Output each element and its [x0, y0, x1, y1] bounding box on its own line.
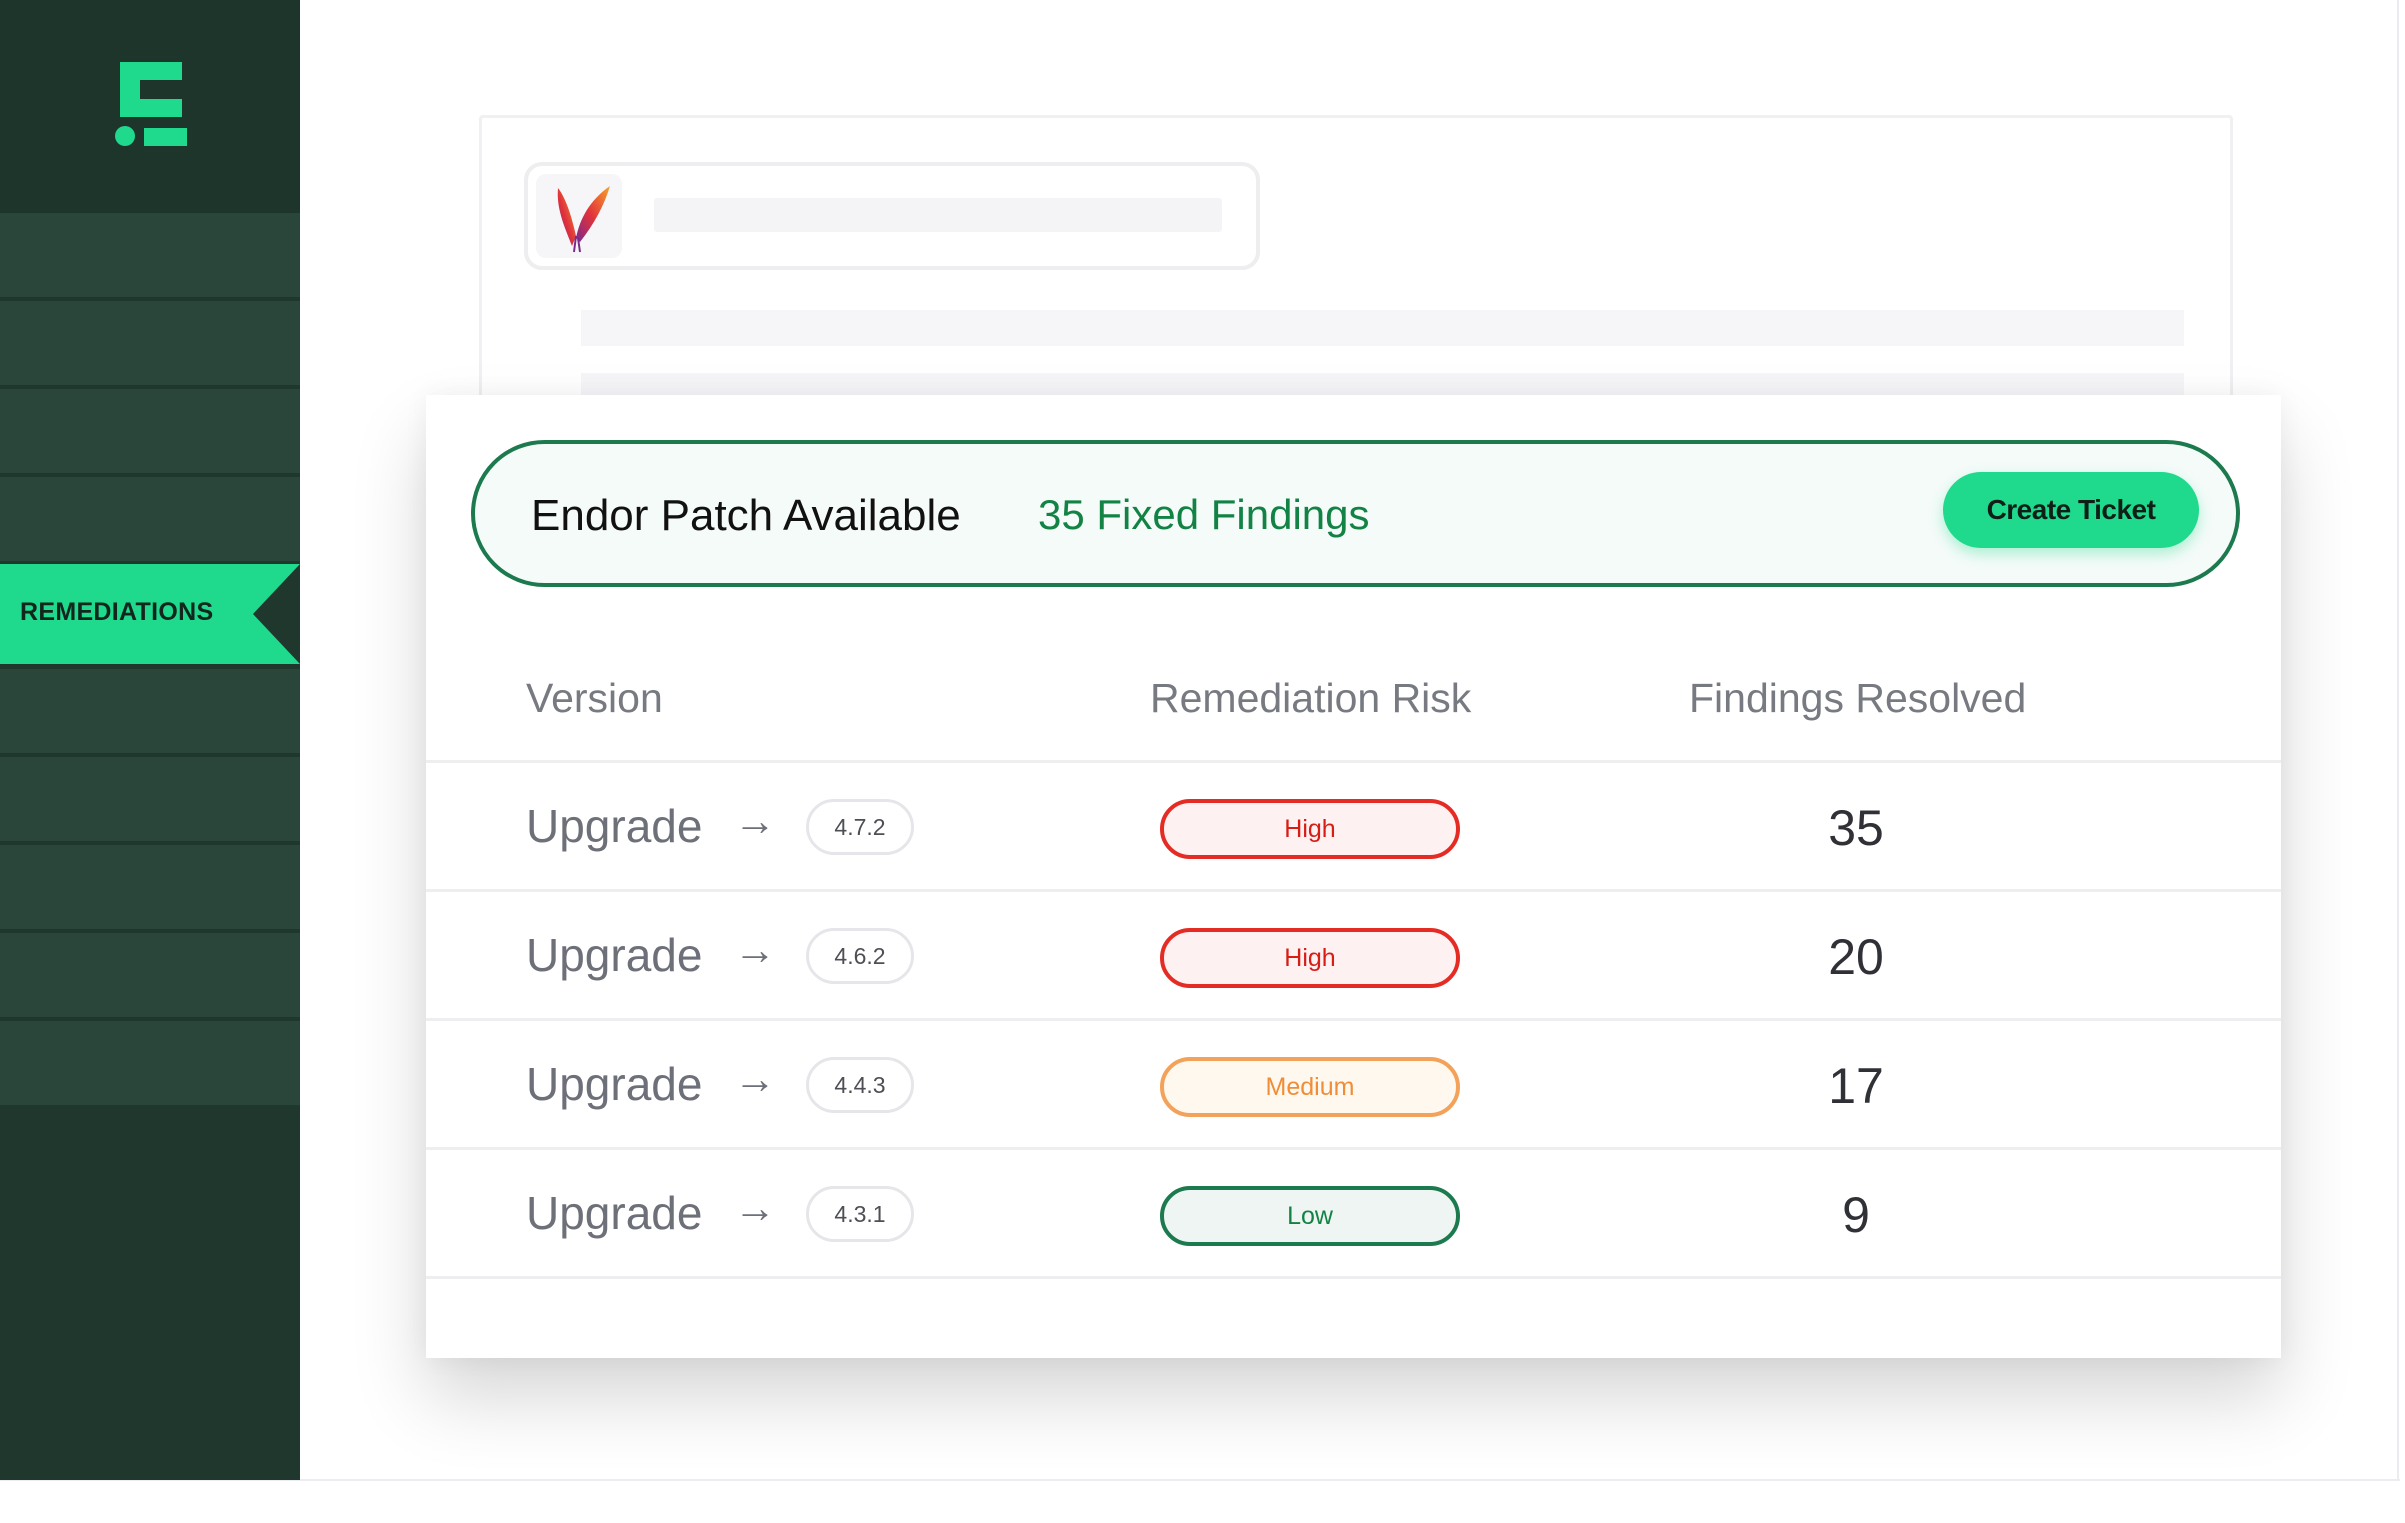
skeleton-line [581, 373, 2184, 395]
sidebar-item[interactable] [0, 845, 300, 929]
sidebar-item[interactable] [0, 1021, 300, 1105]
sidebar-item[interactable] [0, 389, 300, 473]
risk-badge: Low [1160, 1186, 1460, 1246]
risk-badge: Medium [1160, 1057, 1460, 1117]
column-header-findings: Findings Resolved [1689, 675, 2027, 721]
risk-badge: High [1160, 928, 1460, 988]
version-badge: 4.6.2 [806, 928, 914, 984]
findings-count: 35 [1828, 800, 1884, 856]
arrow-right-icon: → [734, 797, 776, 844]
upgrade-label: Upgrade [526, 929, 703, 981]
sidebar-item[interactable] [0, 933, 300, 1017]
sidebar-item[interactable] [0, 757, 300, 841]
feather-icon [536, 174, 622, 258]
sidebar: REMEDIATIONS [0, 0, 300, 1480]
frame-edge-bottom [0, 1479, 2400, 1481]
column-header-risk: Remediation Risk [1150, 675, 1472, 721]
sidebar-header [0, 0, 300, 213]
fixed-findings-count: 35 Fixed Findings [1038, 491, 1370, 538]
column-header-version: Version [526, 675, 663, 721]
risk-badge: High [1160, 799, 1460, 859]
skeleton-line [581, 310, 2184, 346]
arrow-right-icon: → [734, 926, 776, 973]
frame-edge-right [2397, 0, 2399, 1480]
remediation-card: Endor Patch Available 35 Fixed Findings … [426, 395, 2281, 1358]
sidebar-item[interactable] [0, 213, 300, 297]
findings-count: 17 [1828, 1058, 1884, 1114]
patch-banner: Endor Patch Available 35 Fixed Findings … [471, 440, 2240, 587]
table-row[interactable]: Upgrade → 4.3.1 Low 9 [426, 1150, 2281, 1276]
table-row[interactable]: Upgrade → 4.4.3 Medium 17 [426, 1021, 2281, 1147]
version-badge: 4.7.2 [806, 799, 914, 855]
sidebar-item[interactable] [0, 477, 300, 561]
package-name-placeholder [654, 198, 1222, 232]
upgrade-label: Upgrade [526, 1187, 703, 1239]
package-header[interactable] [524, 162, 1260, 270]
upgrade-label: Upgrade [526, 800, 703, 852]
sidebar-item[interactable] [0, 301, 300, 385]
remediation-table: Upgrade → 4.7.2 High 35 Upgrade → 4.6.2 … [426, 760, 2281, 1279]
row-divider [426, 1276, 2281, 1279]
table-row[interactable]: Upgrade → 4.6.2 High 20 [426, 892, 2281, 1018]
version-badge: 4.3.1 [806, 1186, 914, 1242]
table-row[interactable]: Upgrade → 4.7.2 High 35 [426, 763, 2281, 889]
findings-count: 9 [1842, 1187, 1870, 1243]
upgrade-label: Upgrade [526, 1058, 703, 1110]
arrow-right-icon: → [734, 1184, 776, 1231]
patch-title: Endor Patch Available [531, 491, 961, 540]
sidebar-item[interactable] [0, 669, 300, 753]
sidebar-item-label: REMEDIATIONS [20, 598, 214, 626]
endor-logo-icon[interactable] [115, 62, 187, 146]
version-badge: 4.4.3 [806, 1057, 914, 1113]
findings-count: 20 [1828, 929, 1884, 985]
create-ticket-button[interactable]: Create Ticket [1943, 472, 2199, 548]
arrow-right-icon: → [734, 1055, 776, 1102]
